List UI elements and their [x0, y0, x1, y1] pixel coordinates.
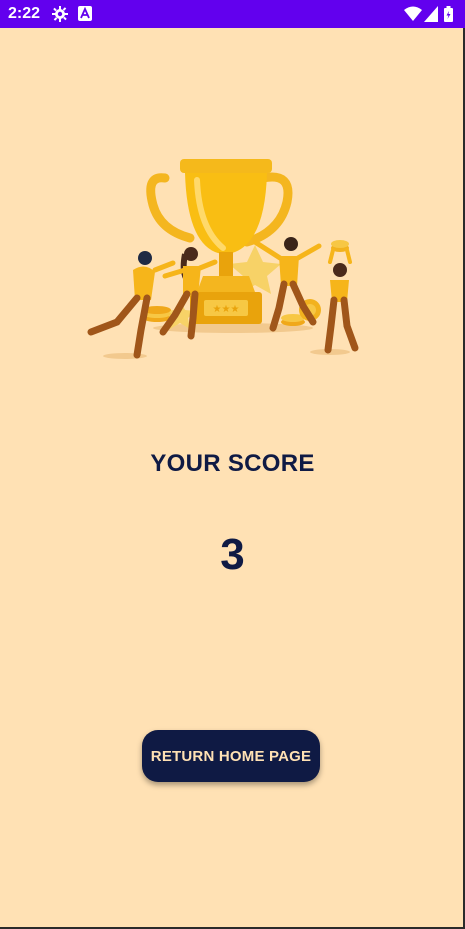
- return-home-label: RETURN HOME PAGE: [150, 747, 312, 765]
- score-value: 3: [220, 530, 245, 579]
- trophy-celebration-illustration: ★★★: [87, 159, 359, 359]
- status-time: 2:22: [8, 5, 41, 22]
- battery-icon: [444, 6, 453, 27]
- signal-icon: [424, 6, 438, 27]
- status-bar: 2:22: [0, 0, 465, 28]
- score-title: YOUR SCORE: [150, 450, 315, 477]
- return-home-button[interactable]: RETURN HOME PAGE: [142, 730, 320, 782]
- svg-text:★★★: ★★★: [213, 304, 240, 315]
- gear-icon: [52, 6, 68, 27]
- wifi-icon: [404, 6, 422, 27]
- a-badge-icon: [78, 6, 92, 26]
